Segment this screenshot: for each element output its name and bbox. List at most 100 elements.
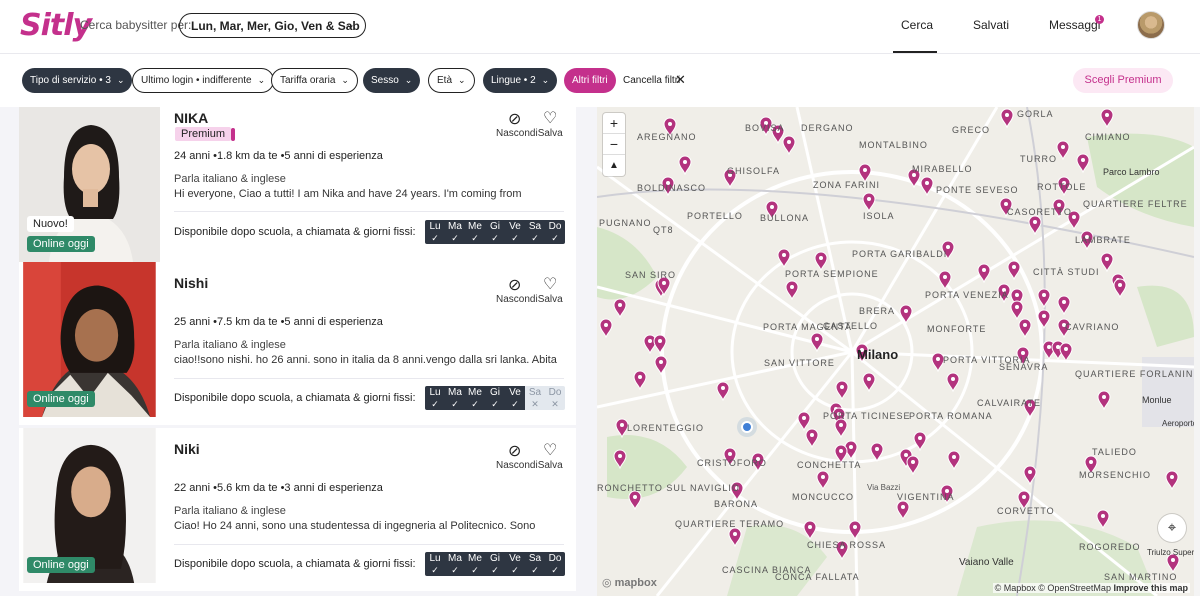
map-pin-dot xyxy=(1005,113,1009,117)
profile-photo[interactable]: Online oggi xyxy=(19,262,160,417)
map-pin-dot xyxy=(808,525,812,529)
hide-icon[interactable]: ⊘ xyxy=(508,109,521,129)
day-cell: Ve ✓ xyxy=(505,552,525,576)
online-badge: Online oggi xyxy=(27,557,95,573)
result-card[interactable]: Nuovo! Online oggi NIKA Premium ⊘ ♡ Nasc… xyxy=(19,107,576,270)
map-pin-dot xyxy=(1015,305,1019,309)
hide-save-labels[interactable]: NascondiSalva xyxy=(496,460,563,471)
more-filters-button[interactable]: Altri filtri xyxy=(564,68,616,93)
map-pin-dot xyxy=(733,532,737,536)
zoom-out-button[interactable]: − xyxy=(603,134,625,155)
profile-photo[interactable]: Nuovo! Online oggi xyxy=(19,107,160,262)
map-pin-dot xyxy=(683,160,687,164)
sitter-meta: 25 anni •7.5 km da te •5 anni di esperie… xyxy=(174,316,383,328)
day-cell: Lu ✓ xyxy=(425,220,445,244)
map-label: VIGENTINA xyxy=(897,492,955,502)
save-label: Salva xyxy=(537,294,563,305)
mapbox-logo[interactable]: ◎ mapbox xyxy=(602,576,657,589)
map-label: PORTA TICINESE xyxy=(823,411,911,421)
heart-icon[interactable]: ♡ xyxy=(543,274,557,294)
nav-salvati[interactable]: Salvati xyxy=(973,18,1009,32)
close-icon[interactable]: ✕ xyxy=(675,72,686,88)
hide-save-labels[interactable]: NascondiSalva xyxy=(496,128,563,139)
map-label: CITTÀ STUDI xyxy=(1033,267,1100,277)
map-label: MONTALBINO xyxy=(859,140,928,150)
day-cell: Ma ✓ xyxy=(445,386,465,410)
map-pin-dot xyxy=(802,416,806,420)
map-pin-dot xyxy=(1064,347,1068,351)
day-cell: Ve ✓ xyxy=(505,386,525,410)
sitter-name[interactable]: Niki xyxy=(174,441,200,457)
day-cell: Me ✓ xyxy=(465,552,485,576)
zoom-in-button[interactable]: + xyxy=(603,113,625,134)
map-label: Aeroporto Milano-Linate xyxy=(1162,419,1194,428)
improve-map-link[interactable]: Improve this map xyxy=(1113,583,1188,593)
filter-last-login[interactable]: Ultimo login • indifferente ⌄ xyxy=(132,68,275,93)
map-pin-dot xyxy=(904,309,908,313)
chevron-down-icon: ⌄ xyxy=(341,75,349,85)
filter-service-type[interactable]: Tipo di servizio • 3 ⌄ xyxy=(22,68,133,93)
map-label: CASORETTO xyxy=(1007,207,1072,217)
result-card[interactable]: Online oggi Niki ⊘ ♡ NascondiSalva 22 an… xyxy=(19,428,576,591)
premium-badge: Premium xyxy=(175,127,236,141)
map-pin-dot xyxy=(638,375,642,379)
sitter-name[interactable]: Nishi xyxy=(174,275,208,291)
days-select[interactable]: Lun, Mar, Mer, Gio, Ven & Sab ⌄ xyxy=(179,13,366,38)
clear-filters-link[interactable]: Cancella filtri xyxy=(623,75,680,86)
nav-messaggi[interactable]: Messaggi xyxy=(1049,18,1100,32)
day-cell: Sa ✕ xyxy=(525,386,545,410)
map-label: BRERA xyxy=(859,306,896,316)
heart-icon[interactable]: ♡ xyxy=(543,440,557,460)
filter-gender[interactable]: Sesso ⌄ xyxy=(363,68,421,93)
map-label: QT8 xyxy=(653,225,674,235)
map-label: Via Bazzi xyxy=(867,483,901,492)
map-pin-dot xyxy=(1033,220,1037,224)
map-pin-dot xyxy=(633,495,637,499)
day-cell: Sa ✓ xyxy=(525,220,545,244)
avatar[interactable] xyxy=(1137,11,1165,39)
map-label: GHISOLFA xyxy=(727,166,781,176)
sitter-name[interactable]: NIKA xyxy=(174,110,208,126)
map-pin-dot xyxy=(901,505,905,509)
map-pin-dot xyxy=(604,323,608,327)
chevron-down-icon: ⌄ xyxy=(345,19,355,31)
map-pin-dot xyxy=(1004,202,1008,206)
day-cell: Do ✓ xyxy=(545,220,565,244)
map-pin-dot xyxy=(1101,514,1105,518)
hide-icon[interactable]: ⊘ xyxy=(508,275,521,295)
chevron-down-icon: ⌄ xyxy=(116,75,125,85)
filter-age[interactable]: Età ⌄ xyxy=(428,68,475,93)
map-label: CAVRIANO xyxy=(1065,322,1120,332)
day-cell: Lu ✓ xyxy=(425,386,445,410)
heart-icon[interactable]: ♡ xyxy=(543,108,557,128)
days-grid: Lu ✓ Ma ✓ Me ✓ Gi ✓ Ve ✓ Sa ✓ Do ✓ xyxy=(425,220,565,244)
compass-button[interactable]: ▲ xyxy=(603,155,625,176)
map-label: CONCHETTA xyxy=(797,460,862,470)
new-badge: Nuovo! xyxy=(27,216,74,232)
map-pin-dot xyxy=(815,337,819,341)
hide-icon[interactable]: ⊘ xyxy=(508,441,521,461)
map-pin-dot xyxy=(982,268,986,272)
filter-languages[interactable]: Lingue • 2 ⌄ xyxy=(483,68,558,93)
map-pin-dot xyxy=(839,423,843,427)
attribution-text[interactable]: © Mapbox © OpenStreetMap xyxy=(995,583,1111,593)
choose-premium-button[interactable]: Scegli Premium xyxy=(1073,68,1173,93)
profile-photo[interactable]: Online oggi xyxy=(19,428,160,583)
hide-save-labels[interactable]: NascondiSalva xyxy=(496,294,563,305)
nav-cerca[interactable]: Cerca xyxy=(901,18,933,32)
map-pin-dot xyxy=(819,256,823,260)
map-label: PONTE SEVESO xyxy=(936,185,1019,195)
page-scrollbar[interactable] xyxy=(1194,107,1200,596)
locate-me-button[interactable]: ⌖ xyxy=(1158,514,1186,542)
map-pin-dot xyxy=(863,168,867,172)
map-label: BULLONA xyxy=(760,213,810,223)
save-label: Salva xyxy=(537,460,563,471)
map-pin-dot xyxy=(618,454,622,458)
map-label: PORTELLO xyxy=(687,211,743,221)
map-pin-dot xyxy=(1072,215,1076,219)
online-badge: Online oggi xyxy=(27,391,95,407)
filter-hourly-rate[interactable]: Tariffa oraria ⌄ xyxy=(271,68,358,93)
results-map[interactable]: AREGNANO BOVISA DERGANO GRECO GORLA CIMI… xyxy=(597,107,1194,596)
day-cell: Gi ✓ xyxy=(485,552,505,576)
result-card[interactable]: Online oggi Nishi ⊘ ♡ NascondiSalva 25 a… xyxy=(19,262,576,425)
